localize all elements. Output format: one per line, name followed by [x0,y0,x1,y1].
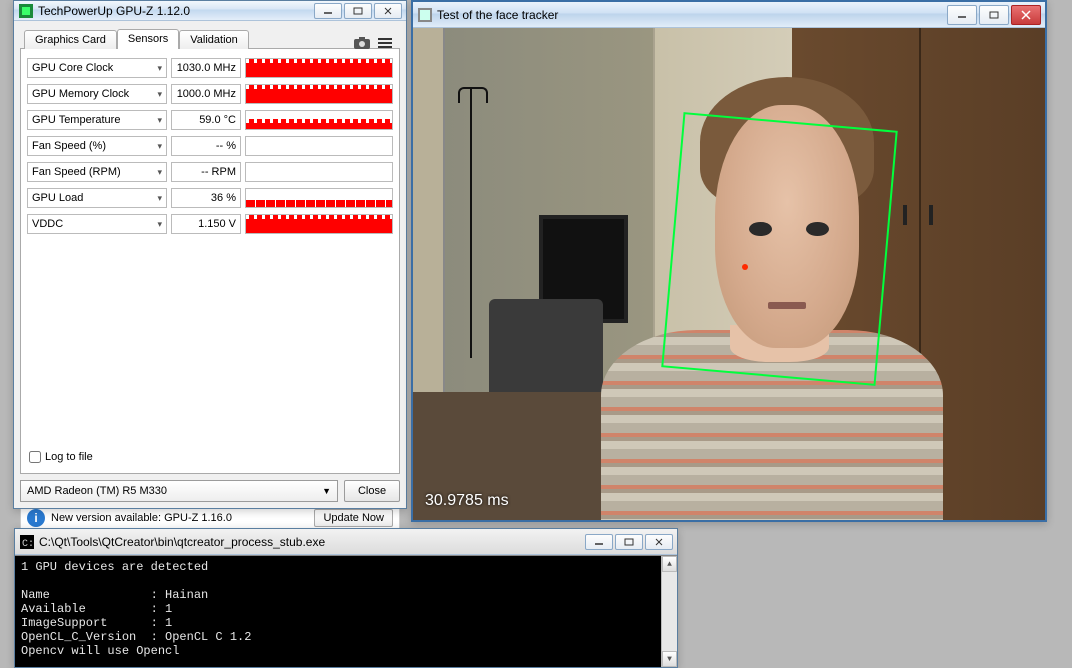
sensor-row: GPU Memory Clock ▾ 1000.0 MHz [27,81,393,107]
sensor-label-text: Fan Speed (RPM) [32,166,121,178]
sensor-row: GPU Core Clock ▾ 1030.0 MHz [27,55,393,81]
log-to-file-label: Log to file [45,451,93,463]
camera-view: 30.9785 ms [413,28,1045,520]
console-title: C:\Qt\Tools\QtCreator\bin\qtcreator_proc… [39,535,585,549]
facetracker-title: Test of the face tracker [437,8,947,22]
sensor-label-dropdown[interactable]: Fan Speed (%) ▾ [27,136,167,156]
close-button[interactable] [374,3,402,19]
sensor-row: GPU Temperature ▾ 59.0 °C [27,107,393,133]
maximize-button[interactable] [344,3,372,19]
svg-text:C:: C: [22,539,34,549]
sensor-graph [245,110,393,130]
chevron-down-icon: ▾ [157,167,162,178]
gpuz-close-button[interactable]: Close [344,480,400,502]
sensor-graph [245,214,393,234]
sensor-label-dropdown[interactable]: Fan Speed (RPM) ▾ [27,162,167,182]
sensor-label-text: VDDC [32,218,63,230]
sensor-value: 1030.0 MHz [171,58,241,78]
sensor-row: GPU Load ▾ 36 % [27,185,393,211]
sensor-value: 1.150 V [171,214,241,234]
maximize-button[interactable] [979,5,1009,25]
sensor-label-text: GPU Load [32,192,83,204]
chevron-down-icon: ▾ [157,89,162,100]
gpuz-window: TechPowerUp GPU-Z 1.12.0 Graphics Card S… [13,0,407,509]
gpu-select-value: AMD Radeon (TM) R5 M330 [27,485,167,497]
sensor-label-dropdown[interactable]: GPU Memory Clock ▾ [27,84,167,104]
minimize-button[interactable] [585,534,613,550]
sensor-label-dropdown[interactable]: GPU Core Clock ▾ [27,58,167,78]
hamburger-menu-icon[interactable] [378,37,392,49]
sensor-graph [245,84,393,104]
chevron-down-icon: ▾ [157,193,162,204]
sensor-label-text: GPU Temperature [32,114,120,126]
scroll-down-icon[interactable]: ▼ [662,651,677,667]
sensor-label-text: GPU Core Clock [32,62,113,74]
sensor-row: VDDC ▾ 1.150 V [27,211,393,237]
facetracker-window: Test of the face tracker [411,0,1047,522]
sensor-label-dropdown[interactable]: GPU Temperature ▾ [27,110,167,130]
chevron-down-icon: ▾ [157,115,162,126]
console-window: C: C:\Qt\Tools\QtCreator\bin\qtcreator_p… [14,528,678,668]
gpuz-title: TechPowerUp GPU-Z 1.12.0 [38,4,314,18]
console-output: 1 GPU devices are detected Name : Hainan… [15,555,677,667]
facetracker-titlebar[interactable]: Test of the face tracker [413,2,1045,28]
sensor-value: 1000.0 MHz [171,84,241,104]
sensor-graph [245,162,393,182]
update-banner: i New version available: GPU-Z 1.16.0 Up… [20,506,400,530]
chevron-down-icon: ▼ [322,486,331,496]
sensor-label-dropdown[interactable]: VDDC ▾ [27,214,167,234]
sensor-value: 36 % [171,188,241,208]
console-titlebar[interactable]: C: C:\Qt\Tools\QtCreator\bin\qtcreator_p… [15,529,677,555]
close-button[interactable] [1011,5,1041,25]
gpuz-tabs: Graphics Card Sensors Validation [20,27,400,49]
sensor-row: Fan Speed (RPM) ▾ -- RPM [27,159,393,185]
sensor-graph [245,58,393,78]
face-center-dot [742,264,748,270]
scroll-up-icon[interactable]: ▲ [662,556,677,572]
face-bounding-box [661,113,897,387]
tab-sensors[interactable]: Sensors [117,29,179,49]
log-to-file-checkbox[interactable] [29,451,41,463]
minimize-button[interactable] [314,3,342,19]
facetracker-app-icon [417,7,433,23]
sensor-graph [245,136,393,156]
tab-validation[interactable]: Validation [179,30,249,49]
console-text: 1 GPU devices are detected Name : Hainan… [21,560,251,658]
console-app-icon: C: [19,534,35,550]
sensors-panel: GPU Core Clock▾1030.0 MHzGPU Memory Cloc… [20,48,400,474]
maximize-button[interactable] [615,534,643,550]
screenshot-icon[interactable] [354,37,370,49]
sensor-label-text: Fan Speed (%) [32,140,106,152]
sensor-label-dropdown[interactable]: GPU Load ▾ [27,188,167,208]
scrollbar[interactable]: ▲▼ [661,556,677,667]
chevron-down-icon: ▾ [157,219,162,230]
timing-overlay: 30.9785 ms [425,492,509,510]
log-to-file-row: Log to file [27,447,393,467]
sensor-label-text: GPU Memory Clock [32,88,129,100]
sensor-row: Fan Speed (%) ▾ -- % [27,133,393,159]
info-icon: i [27,509,45,527]
gpuz-body: Graphics Card Sensors Validation GPU Cor… [14,21,406,508]
close-button[interactable] [645,534,673,550]
update-now-button[interactable]: Update Now [314,509,393,527]
tab-graphics-card[interactable]: Graphics Card [24,30,117,49]
sensor-value: -- % [171,136,241,156]
gpu-select-dropdown[interactable]: AMD Radeon (TM) R5 M330 ▼ [20,480,338,502]
sensor-value: 59.0 °C [171,110,241,130]
gpuz-titlebar[interactable]: TechPowerUp GPU-Z 1.12.0 [14,1,406,21]
sensor-value: -- RPM [171,162,241,182]
gpuz-app-icon [18,3,34,19]
sensor-graph [245,188,393,208]
chevron-down-icon: ▾ [157,141,162,152]
minimize-button[interactable] [947,5,977,25]
update-text: New version available: GPU-Z 1.16.0 [51,512,232,524]
chevron-down-icon: ▾ [157,63,162,74]
